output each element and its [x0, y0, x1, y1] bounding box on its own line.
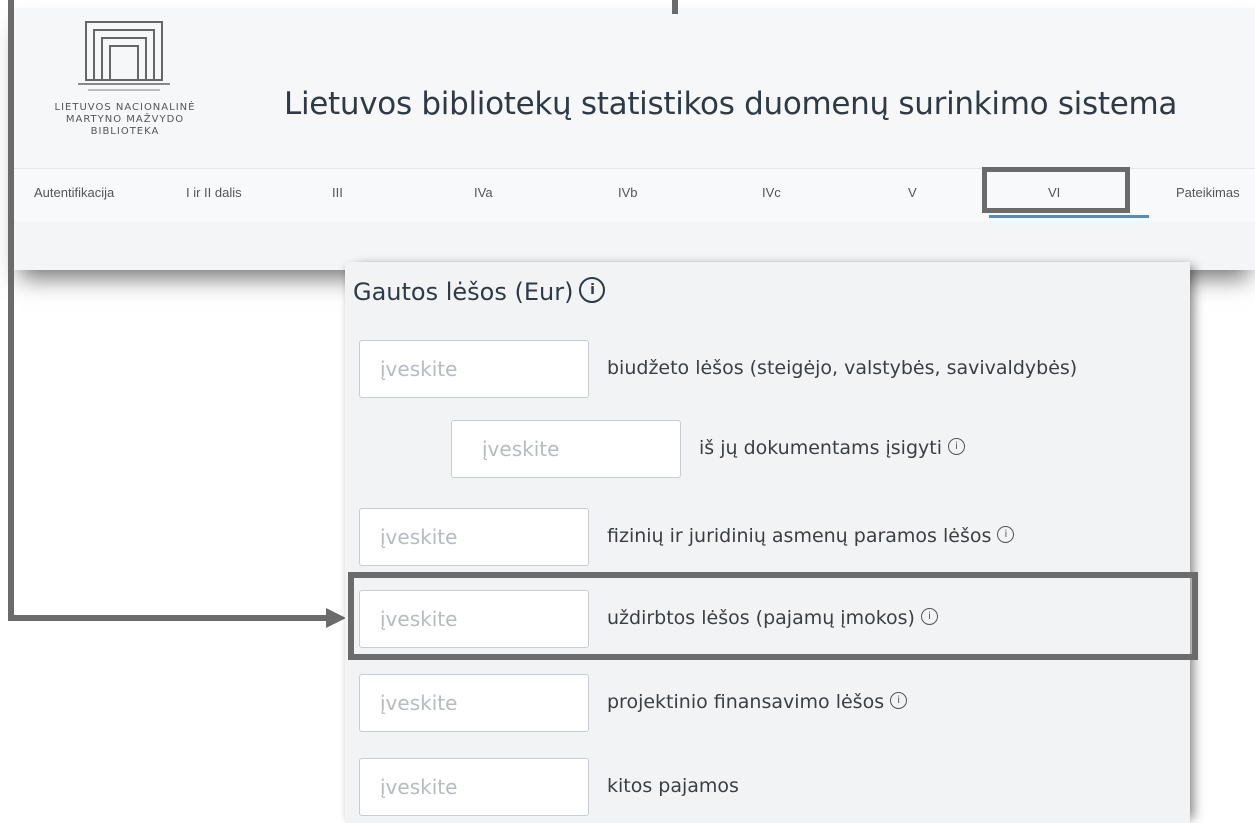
form-title: Gautos lėšos (Eur) i — [353, 277, 606, 306]
library-logo-icon — [78, 21, 170, 91]
logo-line: BIBLIOTEKA — [90, 126, 160, 137]
budget-funds-label: biudžeto lėšos (steigėjo, valstybės, sav… — [607, 357, 1078, 379]
nav-tab-iva[interactable]: IVa — [474, 185, 493, 200]
project-funds-input[interactable] — [359, 674, 589, 732]
nav-tab-v[interactable]: V — [908, 185, 917, 200]
info-icon[interactable]: i — [890, 692, 908, 709]
annotation-top-stub — [672, 0, 678, 14]
nav-tab-ivb[interactable]: IVb — [618, 185, 638, 200]
main-nav: Autentifikacija I ir II dalis III IVa IV… — [14, 167, 1255, 221]
info-icon[interactable]: i — [997, 526, 1015, 543]
info-icon[interactable]: i — [948, 438, 965, 455]
nav-tab-autentifikacija[interactable]: Autentifikacija — [34, 185, 114, 200]
active-tab-highlight-box — [982, 167, 1130, 213]
app-title: Lietuvos bibliotekų statistikos duomenų … — [284, 86, 1178, 122]
logo-line: MARTYNO MAŽVYDO — [65, 114, 185, 125]
support-funds-input[interactable] — [359, 508, 589, 566]
other-income-label: kitos pajamos — [607, 775, 739, 797]
library-logo-text: LIETUVOS NACIONALINĖ MARTYNO MAŽVYDO BIB… — [20, 102, 230, 138]
nav-tab-i-ir-ii-dalis[interactable]: I ir II dalis — [186, 185, 242, 200]
header-panel: LIETUVOS NACIONALINĖ MARTYNO MAŽVYDO BIB… — [14, 8, 1255, 270]
form-title-text: Gautos lėšos (Eur) — [353, 278, 574, 306]
documents-funds-input[interactable] — [451, 420, 681, 478]
support-funds-label-text: fizinių ir juridinių asmenų paramos lėšo… — [607, 525, 992, 547]
info-circle-icon[interactable]: i — [579, 277, 606, 303]
annotation-arrowhead-icon — [326, 608, 346, 628]
header-top: LIETUVOS NACIONALINĖ MARTYNO MAŽVYDO BIB… — [14, 8, 1255, 168]
project-funds-label-text: projektinio finansavimo lėšos — [607, 691, 885, 713]
nav-tab-iii[interactable]: III — [332, 185, 343, 200]
nav-tab-ivc[interactable]: IVc — [762, 185, 781, 200]
library-logo[interactable]: LIETUVOS NACIONALINĖ MARTYNO MAŽVYDO BIB… — [20, 16, 230, 166]
earned-funds-highlight-box — [348, 572, 1198, 660]
documents-funds-label: iš jų dokumentams įsigyti i — [699, 437, 965, 459]
annotation-vertical-line — [8, 0, 14, 621]
support-funds-label: fizinių ir juridinių asmenų paramos lėšo… — [607, 525, 1015, 547]
funds-form-panel: Gautos lėšos (Eur)i biudžeto lėšos (stei… — [345, 262, 1190, 823]
nav-tab-pateikimas[interactable]: Pateikimas — [1176, 185, 1240, 200]
annotation-horizontal-line — [8, 615, 330, 621]
active-tab-indicator — [989, 215, 1149, 218]
project-funds-label: projektinio finansavimo lėšos i — [607, 691, 908, 713]
budget-funds-input[interactable] — [359, 340, 589, 398]
other-income-input[interactable] — [359, 758, 589, 816]
logo-line: LIETUVOS NACIONALINĖ — [54, 102, 196, 113]
documents-funds-label-text: iš jų dokumentams įsigyti — [699, 437, 942, 459]
